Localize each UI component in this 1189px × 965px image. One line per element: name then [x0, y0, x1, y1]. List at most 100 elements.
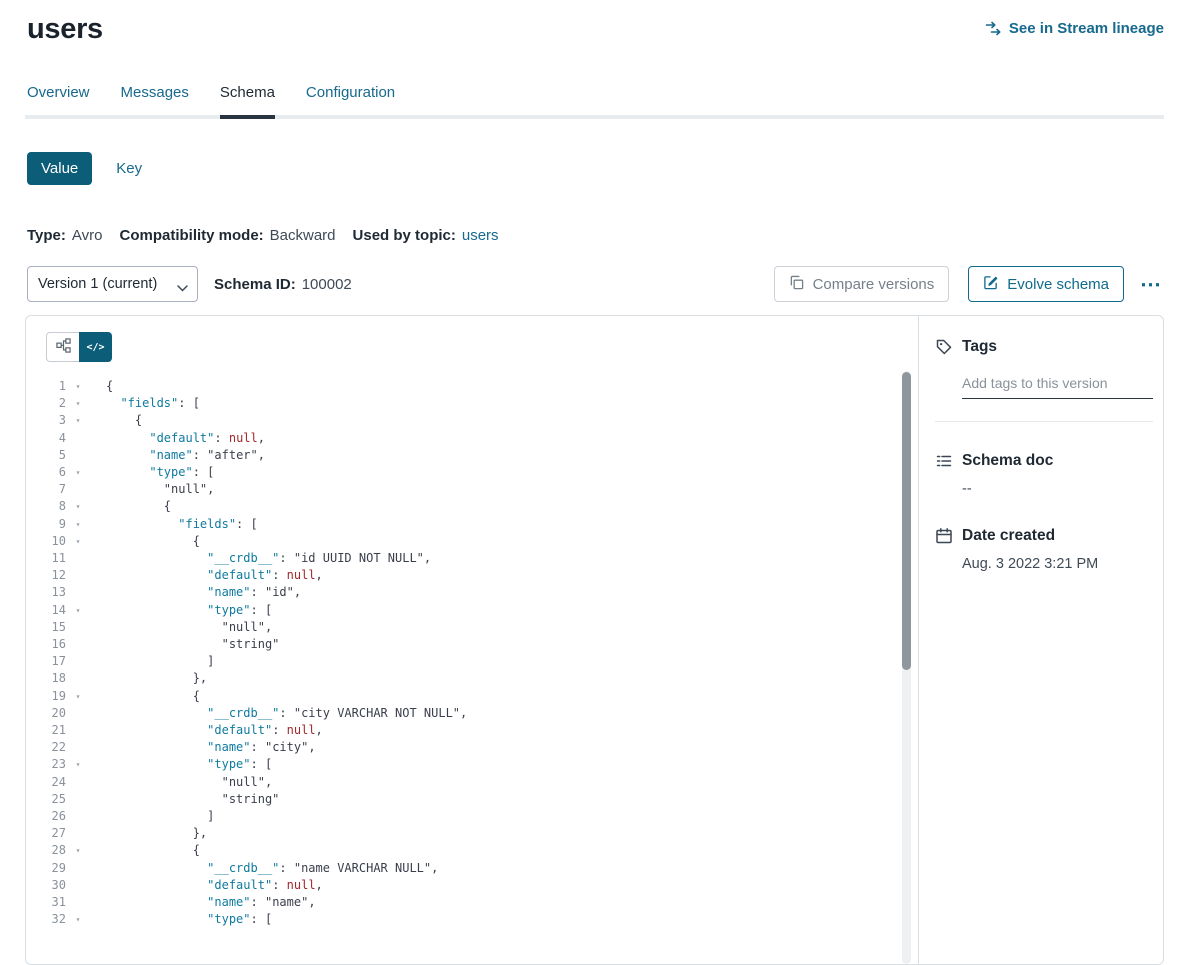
version-select[interactable]: Version 1 (current) [27, 266, 198, 302]
code-lines: 1▾{2▾ "fields": [3▾ {4 "default": null,5… [46, 378, 918, 929]
line-number: 11 [46, 550, 66, 567]
compare-versions-label: Compare versions [813, 276, 935, 293]
line-number: 1 [46, 378, 66, 395]
tab-overview[interactable]: Overview [27, 84, 90, 115]
code-text: "__crdb__": "id UUID NOT NULL", [106, 550, 431, 567]
stream-lineage-link[interactable]: See in Stream lineage [985, 20, 1164, 37]
stream-lineage-label: See in Stream lineage [1009, 20, 1164, 37]
fold-toggle-icon[interactable]: ▾ [66, 498, 90, 515]
tags-header: Tags [935, 338, 1153, 356]
used-by-topic-group: Used by topic:users [353, 227, 499, 244]
fold-toggle-icon[interactable]: ▾ [66, 464, 90, 481]
code-line: 11 "__crdb__": "id UUID NOT NULL", [46, 550, 918, 567]
evolve-schema-label: Evolve schema [1007, 276, 1109, 293]
fold-spacer [66, 774, 90, 791]
code-line: 24 "null", [46, 774, 918, 791]
line-number: 32 [46, 911, 66, 928]
fold-toggle-icon[interactable]: ▾ [66, 516, 90, 533]
line-number: 16 [46, 636, 66, 653]
line-number: 10 [46, 533, 66, 550]
date-created-title: Date created [962, 527, 1055, 545]
code-text: "default": null, [106, 722, 323, 739]
code-text: "type": [ [106, 756, 272, 773]
fold-spacer [66, 894, 90, 911]
fold-toggle-icon[interactable]: ▾ [66, 602, 90, 619]
date-created-section: Date created Aug. 3 2022 3:21 PM [935, 527, 1153, 572]
tab-bar: Overview Messages Schema Configuration [25, 84, 1164, 119]
tab-configuration[interactable]: Configuration [306, 84, 395, 115]
line-number: 6 [46, 464, 66, 481]
topic-link[interactable]: users [462, 227, 499, 244]
line-number: 3 [46, 412, 66, 429]
code-line: 19▾ { [46, 688, 918, 705]
value-toggle-button[interactable]: Value [27, 152, 92, 185]
fold-toggle-icon[interactable]: ▾ [66, 911, 90, 928]
compare-versions-button[interactable]: Compare versions [774, 266, 950, 302]
code-text: ] [106, 653, 214, 670]
code-text: "__crdb__": "name VARCHAR NULL", [106, 860, 438, 877]
schema-doc-value: -- [962, 481, 1153, 497]
code-text: "string" [106, 791, 279, 808]
code-line: 16 "string" [46, 636, 918, 653]
code-line: 12 "default": null, [46, 567, 918, 584]
fold-toggle-icon[interactable]: ▾ [66, 533, 90, 550]
line-number: 22 [46, 739, 66, 756]
schema-doc-header: Schema doc [935, 452, 1153, 470]
code-text: }, [106, 825, 207, 842]
code-view-icon: </> [86, 342, 104, 353]
type-group: Type:Avro [27, 227, 102, 244]
editor-scrollbar[interactable] [902, 371, 911, 964]
code-text: "fields": [ [106, 395, 200, 412]
code-line: 7 "null", [46, 481, 918, 498]
line-number: 29 [46, 860, 66, 877]
date-created-header: Date created [935, 527, 1153, 545]
code-view-button[interactable]: </> [79, 332, 112, 362]
scrollbar-thumb[interactable] [902, 372, 911, 670]
code-text: { [106, 378, 113, 395]
fold-toggle-icon[interactable]: ▾ [66, 756, 90, 773]
code-line: 26 ] [46, 808, 918, 825]
tab-messages[interactable]: Messages [121, 84, 189, 115]
code-line: 2▾ "fields": [ [46, 395, 918, 412]
code-text: "null", [106, 619, 272, 636]
code-line: 5 "name": "after", [46, 447, 918, 464]
tab-schema[interactable]: Schema [220, 84, 275, 119]
fold-spacer [66, 860, 90, 877]
code-line: 17 ] [46, 653, 918, 670]
code-line: 3▾ { [46, 412, 918, 429]
fold-spacer [66, 825, 90, 842]
fold-toggle-icon[interactable]: ▾ [66, 395, 90, 412]
code-line: 28▾ { [46, 842, 918, 859]
add-tags-input[interactable] [962, 375, 1153, 399]
schema-meta-row: Type:Avro Compatibility mode:Backward Us… [27, 227, 1189, 244]
fold-spacer [66, 636, 90, 653]
key-toggle-button[interactable]: Key [116, 160, 142, 177]
type-value: Avro [72, 227, 103, 244]
more-options-button[interactable]: ⋯ [1138, 270, 1164, 299]
line-number: 30 [46, 877, 66, 894]
evolve-schema-button[interactable]: Evolve schema [968, 266, 1124, 302]
line-number: 21 [46, 722, 66, 739]
fold-spacer [66, 808, 90, 825]
line-number: 13 [46, 584, 66, 601]
fold-toggle-icon[interactable]: ▾ [66, 688, 90, 705]
code-line: 18 }, [46, 670, 918, 687]
tree-view-button[interactable] [46, 332, 79, 362]
code-text: "null", [106, 774, 272, 791]
line-number: 24 [46, 774, 66, 791]
fold-spacer [66, 722, 90, 739]
fold-toggle-icon[interactable]: ▾ [66, 412, 90, 429]
fold-spacer [66, 653, 90, 670]
code-line: 23▾ "type": [ [46, 756, 918, 773]
compatibility-group: Compatibility mode:Backward [119, 227, 335, 244]
fold-toggle-icon[interactable]: ▾ [66, 378, 90, 395]
list-icon [935, 452, 953, 470]
code-text: "null", [106, 481, 214, 498]
value-key-toggle: Value Key [27, 152, 1189, 185]
fold-spacer [66, 481, 90, 498]
line-number: 5 [46, 447, 66, 464]
fold-toggle-icon[interactable]: ▾ [66, 842, 90, 859]
code-text: "name": "id", [106, 584, 301, 601]
code-text: { [106, 842, 200, 859]
tags-title: Tags [962, 338, 997, 356]
